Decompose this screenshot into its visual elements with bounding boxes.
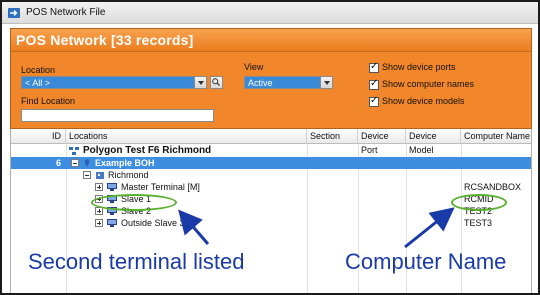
grid-header: ID Locations Section Device Port Device … — [11, 129, 533, 155]
show-device-ports-label: Show device ports — [382, 62, 456, 72]
location-pin-icon — [84, 159, 90, 167]
find-location-label: Find Location — [21, 96, 76, 106]
location-cell: Example BOH — [95, 158, 155, 168]
location-search-button[interactable] — [210, 76, 223, 89]
terminal-icon — [107, 183, 117, 191]
building-icon — [96, 172, 104, 179]
table-row[interactable]: Richmond — [11, 169, 531, 181]
table-row[interactable]: Outside Slave 3 TEST3 — [11, 217, 531, 229]
show-device-ports-checkbox[interactable] — [369, 61, 379, 73]
location-cell: Outside Slave 3 — [121, 218, 185, 228]
table-row[interactable]: Master Terminal [M] RCSANDBOX — [11, 181, 531, 193]
panel-header: POS Network [33 records] — [11, 29, 531, 52]
magnifier-icon — [212, 78, 220, 86]
table-row[interactable]: 6 Example BOH — [11, 157, 531, 169]
location-value: < All > — [25, 78, 51, 88]
table-row[interactable]: Polygon Test F6 Richmond — [11, 145, 531, 157]
panel-title: POS Network [33 records] — [16, 32, 194, 48]
computer-name-cell: TEST3 — [464, 218, 493, 228]
chevron-down-icon[interactable] — [320, 77, 332, 88]
collapse-icon[interactable] — [71, 159, 79, 167]
show-device-models-label: Show device models — [382, 96, 465, 106]
column-section[interactable]: Section — [307, 129, 358, 144]
show-computer-names-label: Show computer names — [382, 79, 475, 89]
view-combo[interactable]: Active — [244, 76, 333, 89]
view-label: View — [244, 62, 264, 72]
screenshot-frame: POS Network File POS Network [33 records… — [2, 2, 538, 293]
computer-name-cell: RCSANDBOX — [464, 182, 522, 192]
column-id[interactable]: ID — [11, 129, 66, 144]
location-cell: Richmond — [108, 170, 149, 180]
location-cell: Master Terminal [M] — [121, 182, 200, 192]
view-value: Active — [248, 78, 273, 88]
highlight-ellipse-slave — [91, 194, 177, 211]
show-device-models-checkbox[interactable] — [369, 95, 379, 107]
column-locations[interactable]: Locations — [66, 129, 307, 144]
expand-icon[interactable] — [95, 219, 103, 227]
chevron-down-icon[interactable] — [194, 77, 206, 88]
expand-icon[interactable] — [95, 183, 103, 191]
column-computer-name[interactable]: Computer Name — [461, 129, 533, 144]
collapse-icon[interactable] — [83, 171, 91, 179]
window-titlebar: POS Network File — [2, 2, 538, 24]
table-row[interactable]: Slave 2 TEST2 — [11, 205, 531, 217]
filter-panel: POS Network [33 records] Location < All … — [10, 28, 532, 129]
location-combo[interactable]: < All > — [21, 76, 207, 89]
annotation-computer-name: Computer Name — [345, 249, 507, 274]
location-label: Location — [21, 65, 56, 75]
show-computer-names-checkbox[interactable] — [369, 78, 379, 90]
highlight-ellipse-computer-name — [451, 194, 507, 211]
network-icon — [69, 147, 79, 155]
column-device-model[interactable]: Device Model — [406, 129, 461, 155]
window-title: POS Network File — [26, 7, 106, 18]
terminal-icon — [107, 219, 117, 227]
app-arrow-icon — [8, 8, 20, 18]
location-cell: Polygon Test F6 Richmond — [83, 145, 212, 156]
id-cell: 6 — [55, 158, 61, 168]
column-device-port[interactable]: Device Port — [358, 129, 406, 155]
find-location-input[interactable] — [21, 109, 214, 122]
annotation-second-terminal: Second terminal listed — [28, 249, 245, 274]
